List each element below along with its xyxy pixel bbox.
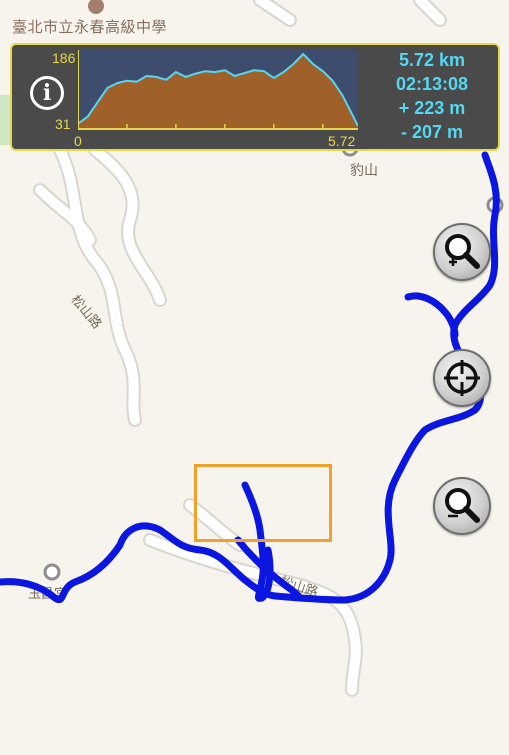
track-stats: 5.72 km 02:13:08 + 223 m - 207 m (372, 48, 492, 144)
zoom-in-button[interactable] (433, 223, 491, 281)
distance-min-label: 0 (74, 133, 82, 149)
track-spur-north (404, 292, 459, 339)
zoom-in-icon (445, 234, 480, 269)
distance-value: 5.72 km (398, 50, 466, 70)
elevation-panel: i 186 31 0 5.72 5.72 km 02:13:08 + 223 m… (10, 43, 500, 151)
ascent-value: + 223 m (398, 98, 466, 118)
locate-button[interactable] (433, 349, 491, 407)
descent-value: - 207 m (400, 122, 464, 142)
duration-value: 02:13:08 (395, 74, 469, 94)
elevation-chart[interactable] (78, 50, 358, 130)
zoom-out-icon (445, 488, 480, 523)
map-view[interactable]: 臺北市立永春高級中學 豹山 松山路 松山路 玉昌宮 i 186 31 0 5.7… (0, 0, 509, 755)
elevation-max-label: 186 (52, 50, 76, 66)
crosshair-icon (444, 360, 480, 396)
zoom-out-button[interactable] (433, 477, 491, 535)
highlight-box (194, 464, 332, 542)
distance-max-label: 5.72 (328, 133, 356, 149)
info-icon[interactable]: i (30, 76, 64, 110)
elevation-min-label: 31 (55, 116, 71, 132)
